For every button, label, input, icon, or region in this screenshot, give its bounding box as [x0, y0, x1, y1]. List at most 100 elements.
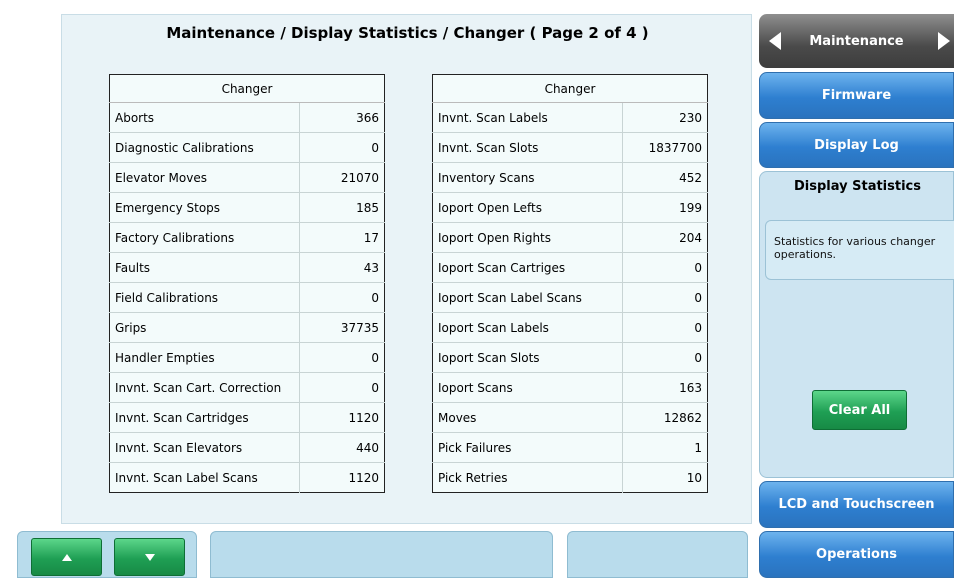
- stat-value: 0: [299, 282, 385, 313]
- stat-label: Aborts: [109, 102, 300, 133]
- stat-label: Invnt. Scan Labels: [432, 102, 623, 133]
- display-statistics-panel: Display Statistics Statistics for variou…: [759, 171, 954, 478]
- stat-label: Ioport Scan Cartriges: [432, 252, 623, 283]
- table-row: Faults 43: [109, 252, 385, 283]
- table-header: Changer: [109, 74, 385, 103]
- stat-value: 21070: [299, 162, 385, 193]
- table-row: Invnt. Scan Cart. Correction 0: [109, 372, 385, 403]
- table-row: Ioport Open Rights 204: [432, 222, 708, 253]
- page-title: Maintenance / Display Statistics / Chang…: [166, 24, 649, 42]
- stat-label: Elevator Moves: [109, 162, 300, 193]
- table-row: Pick Retries 10: [432, 462, 708, 493]
- stat-value: 1120: [299, 402, 385, 433]
- stat-label: Faults: [109, 252, 300, 283]
- statistics-panel: Maintenance / Display Statistics / Chang…: [61, 14, 752, 524]
- stat-label: Inventory Scans: [432, 162, 623, 193]
- stat-value: 1120: [299, 462, 385, 493]
- table-row: Invnt. Scan Elevators 440: [109, 432, 385, 463]
- table-row: Inventory Scans 452: [432, 162, 708, 193]
- stat-value: 199: [622, 192, 708, 223]
- stat-label: Invnt. Scan Elevators: [109, 432, 300, 463]
- table-row: Emergency Stops 185: [109, 192, 385, 223]
- table-row: Ioport Scans 163: [432, 372, 708, 403]
- stat-value: 43: [299, 252, 385, 283]
- page-control-box: [17, 531, 197, 578]
- stat-value: 204: [622, 222, 708, 253]
- stat-label: Invnt. Scan Label Scans: [109, 462, 300, 493]
- operations-button[interactable]: Operations: [759, 531, 954, 578]
- stat-value: 0: [299, 132, 385, 163]
- table-row: Invnt. Scan Slots 1837700: [432, 132, 708, 163]
- clear-all-button[interactable]: Clear All: [812, 390, 907, 430]
- page-up-button[interactable]: [31, 538, 102, 576]
- stats-table-left: Changer Aborts 366 Diagnostic Calibrations…: [109, 74, 386, 493]
- table-row: Aborts 366: [109, 102, 385, 133]
- display-log-button[interactable]: Display Log: [759, 122, 954, 168]
- arrow-down-icon: [144, 553, 155, 561]
- stat-label: Grips: [109, 312, 300, 343]
- stat-label: Field Calibrations: [109, 282, 300, 313]
- table-row: Field Calibrations 0: [109, 282, 385, 313]
- table-row: Pick Failures 1: [432, 432, 708, 463]
- stat-label: Ioport Open Rights: [432, 222, 623, 253]
- stat-label: Emergency Stops: [109, 192, 300, 223]
- stat-value: 37735: [299, 312, 385, 343]
- stat-label: Moves: [432, 402, 623, 433]
- stat-value: 1: [622, 432, 708, 463]
- stat-value: 230: [622, 102, 708, 133]
- table-header: Changer: [432, 74, 708, 103]
- table-row: Invnt. Scan Labels 230: [432, 102, 708, 133]
- stat-label: Ioport Scan Label Scans: [432, 282, 623, 313]
- stat-label: Factory Calibrations: [109, 222, 300, 253]
- stat-label: Invnt. Scan Cart. Correction: [109, 372, 300, 403]
- stat-label: Pick Retries: [432, 462, 623, 493]
- stat-label: Invnt. Scan Slots: [432, 132, 623, 163]
- stats-table-right: Changer Invnt. Scan Labels 230 Invnt. Scan…: [432, 74, 709, 493]
- table-row: Grips 37735: [109, 312, 385, 343]
- stat-value: 1837700: [622, 132, 708, 163]
- stat-label: Diagnostic Calibrations: [109, 132, 300, 163]
- stat-value: 366: [299, 102, 385, 133]
- table-row: Moves 12862: [432, 402, 708, 433]
- stat-label: Pick Failures: [432, 432, 623, 463]
- stat-value: 163: [622, 372, 708, 403]
- stat-label: Handler Empties: [109, 342, 300, 373]
- table-row: Ioport Scan Slots 0: [432, 342, 708, 373]
- stat-label: Ioport Scan Slots: [432, 342, 623, 373]
- stat-value: 0: [622, 282, 708, 313]
- description-box: Statistics for various changer operation…: [765, 220, 954, 280]
- stat-label: Ioport Scans: [432, 372, 623, 403]
- lcd-touchscreen-button[interactable]: LCD and Touchscreen: [759, 481, 954, 528]
- table-row: Ioport Open Lefts 199: [432, 192, 708, 223]
- stat-value: 17: [299, 222, 385, 253]
- nav-header-maintenance: Maintenance: [759, 14, 954, 68]
- stat-value: 185: [299, 192, 385, 223]
- table-row: Diagnostic Calibrations 0: [109, 132, 385, 163]
- table-row: Handler Empties 0: [109, 342, 385, 373]
- stat-label: Ioport Open Lefts: [432, 192, 623, 223]
- triangle-left-icon[interactable]: [769, 32, 781, 50]
- nav-header-label: Maintenance: [809, 33, 904, 49]
- table-row: Invnt. Scan Label Scans 1120: [109, 462, 385, 493]
- stat-value: 0: [622, 312, 708, 343]
- stat-label: Invnt. Scan Cartridges: [109, 402, 300, 433]
- info-box: [567, 531, 748, 578]
- table-row: Elevator Moves 21070: [109, 162, 385, 193]
- stat-value: 0: [299, 372, 385, 403]
- table-row: Ioport Scan Cartriges 0: [432, 252, 708, 283]
- stat-value: 0: [622, 252, 708, 283]
- stat-label: Ioport Scan Labels: [432, 312, 623, 343]
- status-box: [210, 531, 553, 578]
- stat-value: 10: [622, 462, 708, 493]
- triangle-right-icon[interactable]: [938, 32, 950, 50]
- table-row: Ioport Scan Labels 0: [432, 312, 708, 343]
- arrow-up-icon: [61, 553, 72, 561]
- stat-value: 452: [622, 162, 708, 193]
- table-row: Invnt. Scan Cartridges 1120: [109, 402, 385, 433]
- table-row: Factory Calibrations 17: [109, 222, 385, 253]
- display-statistics-title: Display Statistics: [794, 179, 921, 194]
- stat-value: 0: [299, 342, 385, 373]
- stat-value: 440: [299, 432, 385, 463]
- firmware-button[interactable]: Firmware: [759, 72, 954, 119]
- page-down-button[interactable]: [114, 538, 185, 576]
